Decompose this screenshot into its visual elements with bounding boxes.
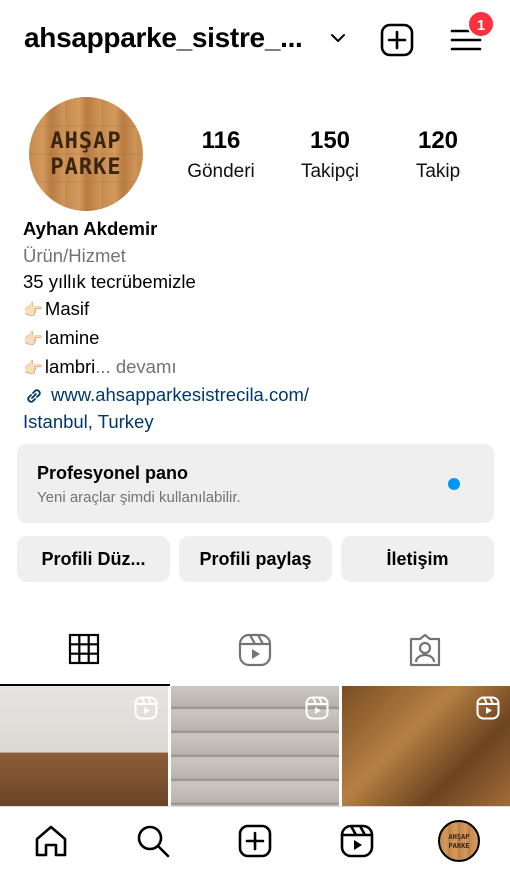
profile-category: Ürün/Hizmet	[23, 244, 126, 266]
top-header: ahsapparke_sistre_... 1	[0, 0, 510, 82]
reel-indicator-icon	[305, 696, 329, 720]
profile-avatar-nav[interactable]: AHŞAP PARKE	[438, 820, 480, 862]
stat-posts-label: Gönderi	[187, 161, 255, 182]
chevron-down-icon[interactable]	[328, 28, 348, 48]
tab-reels[interactable]	[170, 618, 340, 686]
bottom-navigation: AHŞAP PARKE	[0, 806, 510, 875]
dashboard-title: Profesyonel pano	[37, 463, 189, 483]
nav-avatar-text-top: AHŞAP	[448, 833, 470, 841]
tagged-icon	[409, 633, 441, 667]
bio-line: 👉🏻 lambri... devamı	[23, 354, 493, 383]
dashboard-subtitle: Yeni araçlar şimdi kullanılabilir.	[37, 489, 241, 506]
contact-button[interactable]: İletişim	[341, 536, 494, 582]
post-thumbnail[interactable]	[0, 686, 168, 806]
post-thumbnail[interactable]	[342, 686, 510, 806]
pointing-hand-icon: 👉🏻	[23, 330, 43, 348]
stat-following-value: 120	[417, 127, 459, 154]
stat-posts[interactable]: 116 Gönderi	[171, 127, 271, 183]
post-grid	[0, 686, 510, 806]
notification-badge: 1	[467, 10, 495, 38]
stat-followers-value: 150	[309, 127, 351, 154]
more-link[interactable]: ... devamı	[95, 356, 176, 377]
reel-indicator-icon	[476, 696, 500, 720]
stat-following[interactable]: 120 Takip	[388, 127, 488, 183]
create-icon[interactable]	[237, 823, 273, 859]
tab-tagged[interactable]	[340, 618, 510, 686]
home-icon[interactable]	[33, 823, 69, 859]
bio-line: 👉🏻 Masif	[23, 296, 493, 325]
nav-avatar-text-bottom: PARKE	[448, 842, 470, 850]
profile-avatar[interactable]: AHŞAP PARKE	[29, 97, 143, 211]
profile-tabs	[0, 618, 510, 686]
post-thumbnail[interactable]	[171, 686, 339, 806]
reels-icon[interactable]	[339, 823, 375, 859]
location-link[interactable]: Istanbul, Turkey	[23, 409, 493, 436]
bio-line: 35 yıllık tecrübemizle	[23, 271, 196, 293]
pointing-hand-icon: 👉🏻	[23, 359, 43, 377]
bio-line: 👉🏻 lamine	[23, 325, 493, 354]
stat-posts-value: 116	[201, 127, 241, 154]
website-link[interactable]: www.ahsapparkesistrecila.com/	[23, 382, 493, 409]
link-icon	[27, 388, 41, 403]
tab-posts-grid[interactable]	[0, 618, 170, 686]
avatar-logo-text-bottom: PARKE	[50, 155, 122, 180]
share-profile-button[interactable]: Profili paylaş	[179, 536, 332, 582]
stat-following-label: Takip	[415, 161, 461, 182]
profile-bio: Ayhan Akdemir Ürün/Hizmet 35 yıllık tecr…	[23, 216, 493, 436]
website-url[interactable]: www.ahsapparkesistrecila.com/	[51, 382, 309, 409]
pointing-hand-icon: 👉🏻	[23, 302, 43, 320]
stat-followers[interactable]: 150 Takipçi	[280, 127, 380, 183]
create-plus-icon[interactable]	[379, 22, 415, 58]
stat-followers-label: Takipçi	[300, 161, 360, 182]
account-username[interactable]: ahsapparke_sistre_...	[24, 22, 303, 54]
edit-profile-button[interactable]: Profili Düz...	[17, 536, 170, 582]
search-icon[interactable]	[135, 823, 171, 859]
reels-icon	[238, 633, 272, 667]
new-indicator-dot	[448, 478, 460, 490]
grid-icon	[68, 633, 100, 665]
profile-name: Ayhan Akdemir	[23, 218, 158, 239]
avatar-logo-text-top: AHŞAP	[50, 129, 122, 154]
reel-indicator-icon	[134, 696, 158, 720]
professional-dashboard-card[interactable]: Profesyonel pano Yeni araçlar şimdi kull…	[17, 444, 494, 523]
